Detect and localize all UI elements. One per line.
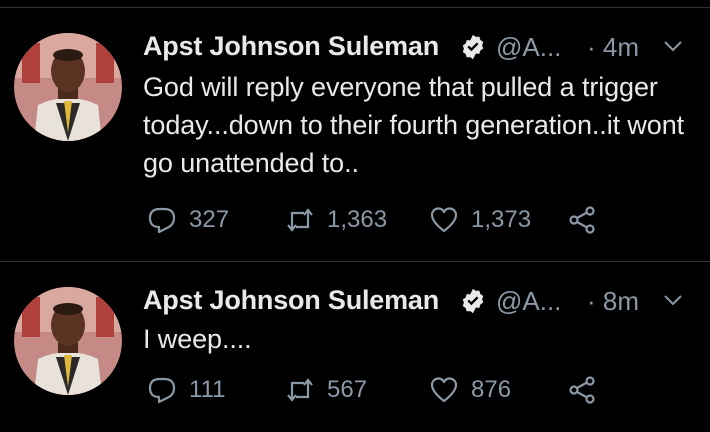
author-name[interactable]: Apst Johnson Suleman	[143, 285, 439, 316]
like-icon	[430, 377, 458, 403]
reply-button[interactable]: 327	[147, 200, 229, 240]
share-icon	[569, 206, 595, 234]
like-icon	[430, 207, 458, 233]
like-button[interactable]: 1,373	[429, 200, 531, 240]
reply-count: 111	[189, 376, 226, 403]
retweet-icon	[287, 208, 313, 232]
tweet-text: God will reply everyone that pulled a tr…	[143, 72, 685, 178]
avatar[interactable]	[14, 33, 122, 141]
share-icon	[569, 376, 595, 404]
author-handle[interactable]: @A...	[496, 32, 561, 63]
timestamp[interactable]: · 8m	[587, 286, 639, 317]
like-count: 1,373	[471, 206, 532, 233]
retweet-button[interactable]: 1,363	[285, 200, 387, 240]
avatar[interactable]	[14, 287, 122, 395]
reply-icon	[148, 377, 176, 404]
author-name[interactable]: Apst Johnson Suleman	[143, 31, 439, 62]
author-handle[interactable]: @A...	[496, 286, 561, 317]
tweet[interactable]: Apst Johnson Suleman @A... · 8m I weep..…	[0, 262, 710, 432]
retweet-count: 1,363	[327, 206, 388, 233]
retweet-count: 567	[327, 376, 368, 403]
timestamp[interactable]: · 4m	[587, 32, 639, 63]
share-button[interactable]	[567, 200, 597, 240]
tweet-text: I weep....	[143, 324, 252, 354]
chevron-down-icon[interactable]	[663, 36, 683, 56]
reply-button[interactable]: 111	[147, 370, 225, 410]
chevron-down-icon[interactable]	[663, 290, 683, 310]
like-count: 876	[471, 376, 512, 403]
tweet-header: Apst Johnson Suleman @A... · 4m	[143, 28, 693, 68]
tweet-header: Apst Johnson Suleman @A... · 8m	[143, 282, 693, 322]
reply-count: 327	[189, 206, 230, 233]
tweet-actions: 327 1,363 1,373	[147, 200, 687, 240]
share-button[interactable]	[567, 370, 597, 410]
like-button[interactable]: 876	[429, 370, 511, 410]
tweet-actions: 111 567 876	[147, 370, 687, 410]
verified-icon	[462, 34, 484, 60]
tweet[interactable]: Apst Johnson Suleman @A... · 4m God will…	[0, 8, 710, 261]
reply-icon	[148, 207, 176, 234]
verified-icon	[462, 288, 484, 314]
retweet-button[interactable]: 567	[285, 370, 367, 410]
retweet-icon	[287, 378, 313, 402]
